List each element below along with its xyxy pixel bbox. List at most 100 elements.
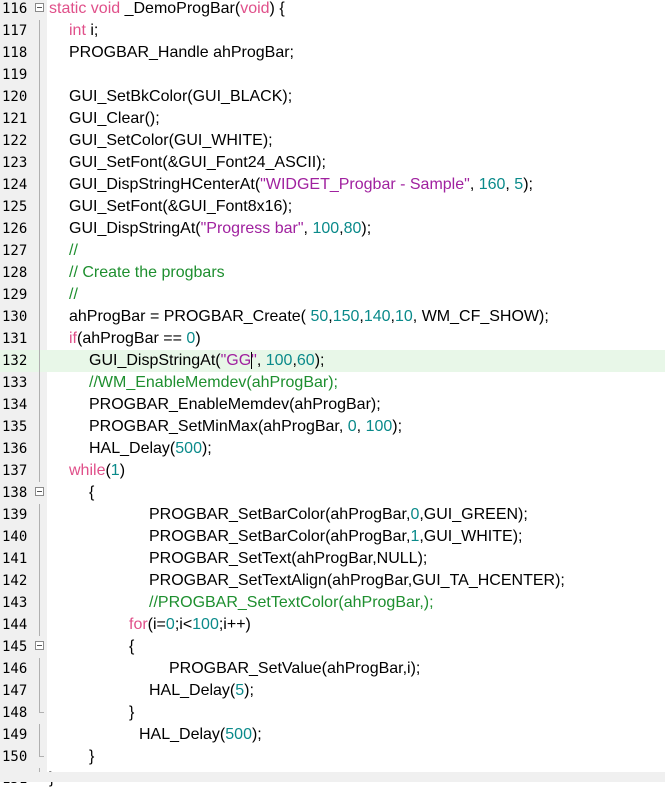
code-text[interactable]: GUI_SetFont(&GUI_Font24_ASCII); [69, 152, 326, 174]
line-number: 135 [2, 419, 28, 435]
line-number: 148 [2, 705, 28, 721]
code-line[interactable]: 129 // [0, 284, 665, 306]
code-line[interactable]: 146 PROGBAR_SetValue(ahProgBar,i); [0, 658, 665, 680]
code-line[interactable]: 120 GUI_SetBkColor(GUI_BLACK); [0, 86, 665, 108]
code-line[interactable]: 124 GUI_DispStringHCenterAt("WIDGET_Progb… [0, 174, 665, 196]
code-line[interactable]: 127 // [0, 240, 665, 262]
code-text[interactable]: int i; [69, 20, 98, 42]
code-text[interactable]: PROGBAR_SetBarColor(ahProgBar,0,GUI_GREE… [149, 504, 528, 526]
code-line[interactable]: 145 { [0, 636, 665, 658]
code-token: 50 [310, 308, 329, 325]
code-text[interactable]: GUI_DispStringHCenterAt("WIDGET_Progbar … [69, 174, 533, 196]
code-text[interactable]: GUI_SetColor(GUI_WHITE); [69, 130, 273, 152]
code-token: , WM_CF_SHOW); [412, 308, 549, 325]
code-text[interactable]: ahProgBar = PROGBAR_Create( 50,150,140,1… [69, 306, 549, 328]
code-line[interactable]: 134 PROGBAR_EnableMemdev(ahProgBar); [0, 394, 665, 416]
code-text[interactable]: for(i=0;i<100;i++) [129, 614, 251, 636]
code-line[interactable]: 148} [0, 702, 665, 724]
fold-guide-line [39, 240, 40, 262]
code-line[interactable]: 126 GUI_DispStringAt("Progress bar", 100,… [0, 218, 665, 240]
code-text[interactable]: GUI_SetBkColor(GUI_BLACK); [69, 86, 292, 108]
line-number: 117 [2, 23, 28, 39]
code-line[interactable]: 147 HAL_Delay(5); [0, 680, 665, 702]
code-text[interactable]: PROGBAR_EnableMemdev(ahProgBar); [89, 394, 381, 416]
fold-toggle-icon[interactable] [35, 3, 44, 12]
fold-guide-line [39, 152, 40, 174]
code-line[interactable]: 142 PROGBAR_SetTextAlign(ahProgBar,GUI_TA… [0, 570, 665, 592]
code-token: PROGBAR_SetText(ahProgBar,NULL); [149, 550, 428, 567]
code-line[interactable]: 121 GUI_Clear(); [0, 108, 665, 130]
code-token: , [356, 418, 366, 435]
code-token: ); [244, 682, 254, 699]
line-number: 146 [2, 661, 28, 677]
code-line[interactable]: 123 GUI_SetFont(&GUI_Font24_ASCII); [0, 152, 665, 174]
code-line[interactable]: 136 HAL_Delay(500); [0, 438, 665, 460]
code-text[interactable]: static void _DemoProgBar(void) { [49, 0, 285, 20]
code-token: 160 [478, 176, 506, 193]
code-text[interactable]: //PROGBAR_SetTextColor(ahProgBar,); [149, 592, 434, 614]
code-text[interactable]: GUI_SetFont(&GUI_Font8x16); [69, 196, 292, 218]
code-text[interactable]: // [69, 284, 78, 306]
code-line[interactable]: 138 { [0, 482, 665, 504]
code-text[interactable]: while(1) [69, 460, 125, 482]
fold-guide-line [39, 108, 40, 130]
code-line[interactable]: 140 PROGBAR_SetBarColor(ahProgBar,1,GUI_W… [0, 526, 665, 548]
code-line[interactable]: 139 PROGBAR_SetBarColor(ahProgBar,0,GUI_G… [0, 504, 665, 526]
code-line[interactable]: 117 int i; [0, 20, 665, 42]
code-line[interactable]: 133 //WM_EnableMemdev(ahProgBar); [0, 372, 665, 394]
horizontal-scrollbar[interactable] [0, 772, 665, 782]
code-line[interactable]: 150} [0, 746, 665, 768]
fold-guide-line [39, 350, 40, 372]
code-line[interactable]: 128 // Create the progbars [0, 262, 665, 284]
code-text[interactable]: GUI_Clear(); [69, 108, 160, 130]
code-token: GUI_Clear(); [69, 110, 160, 127]
code-line[interactable]: 116 static void _DemoProgBar(void) { [0, 0, 665, 20]
code-line[interactable]: 141 PROGBAR_SetText(ahProgBar,NULL); [0, 548, 665, 570]
code-text[interactable]: { [89, 482, 94, 504]
code-text[interactable]: PROGBAR_SetBarColor(ahProgBar,1,GUI_WHIT… [149, 526, 522, 548]
code-line[interactable]: 143 //PROGBAR_SetTextColor(ahProgBar,); [0, 592, 665, 614]
code-text[interactable]: GUI_DispStringAt("GG", 100,60); [89, 350, 324, 372]
code-line[interactable]: 130 ahProgBar = PROGBAR_Create( 50,150,14… [0, 306, 665, 328]
code-text[interactable]: HAL_Delay(500); [139, 724, 262, 746]
code-line[interactable]: 132 GUI_DispStringAt("GG", 100,60); [0, 350, 665, 372]
code-text[interactable]: { [129, 636, 134, 658]
fold-guide-line [39, 218, 40, 240]
code-line[interactable]: 119 [0, 64, 665, 86]
code-token: "GG [220, 352, 252, 369]
code-line[interactable]: 118 PROGBAR_Handle ahProgBar; [0, 42, 665, 64]
code-line[interactable]: 125 GUI_SetFont(&GUI_Font8x16); [0, 196, 665, 218]
code-token: PROGBAR_SetBarColor(ahProgBar, [149, 506, 411, 523]
code-text[interactable]: PROGBAR_SetTextAlign(ahProgBar,GUI_TA_HC… [149, 570, 565, 592]
code-text[interactable]: } [129, 702, 134, 724]
code-text[interactable]: if(ahProgBar == 0) [69, 328, 201, 350]
code-editor[interactable]: 116 static void _DemoProgBar(void) { 117 in… [0, 0, 665, 787]
code-token: ) [119, 462, 126, 479]
code-token: ); [523, 176, 533, 193]
code-text[interactable]: PROGBAR_SetText(ahProgBar,NULL); [149, 548, 427, 570]
fold-toggle-icon[interactable] [35, 487, 44, 496]
code-line[interactable]: 122 GUI_SetColor(GUI_WHITE); [0, 130, 665, 152]
code-text[interactable]: HAL_Delay(5); [149, 680, 254, 702]
code-line[interactable]: 149 HAL_Delay(500); [0, 724, 665, 746]
code-text[interactable]: GUI_DispStringAt("Progress bar", 100,80)… [69, 218, 371, 240]
code-text[interactable]: } [89, 746, 94, 768]
fold-toggle-icon[interactable] [35, 641, 44, 650]
code-text[interactable]: PROGBAR_SetMinMax(ahProgBar, 0, 100); [89, 416, 402, 438]
code-token: 5 [235, 682, 245, 699]
code-text[interactable]: HAL_Delay(500); [89, 438, 212, 460]
code-text[interactable]: PROGBAR_SetValue(ahProgBar,i); [169, 658, 420, 680]
code-text[interactable]: // Create the progbars [69, 262, 225, 284]
line-number: 138 [2, 485, 28, 501]
code-line[interactable]: 135 PROGBAR_SetMinMax(ahProgBar, 0, 100); [0, 416, 665, 438]
code-text[interactable]: // [69, 240, 78, 262]
code-text[interactable]: PROGBAR_Handle ahProgBar; [69, 42, 294, 64]
code-line[interactable]: 137 while(1) [0, 460, 665, 482]
code-token: ); [361, 220, 372, 237]
fold-guide-line [39, 86, 40, 108]
code-line[interactable]: 131 if(ahProgBar == 0) [0, 328, 665, 350]
line-number: 122 [2, 133, 28, 149]
code-token: "WIDGET_Progbar - Sample" [260, 176, 470, 193]
code-text[interactable]: //WM_EnableMemdev(ahProgBar); [89, 372, 338, 394]
code-line[interactable]: 144 for(i=0;i<100;i++) [0, 614, 665, 636]
